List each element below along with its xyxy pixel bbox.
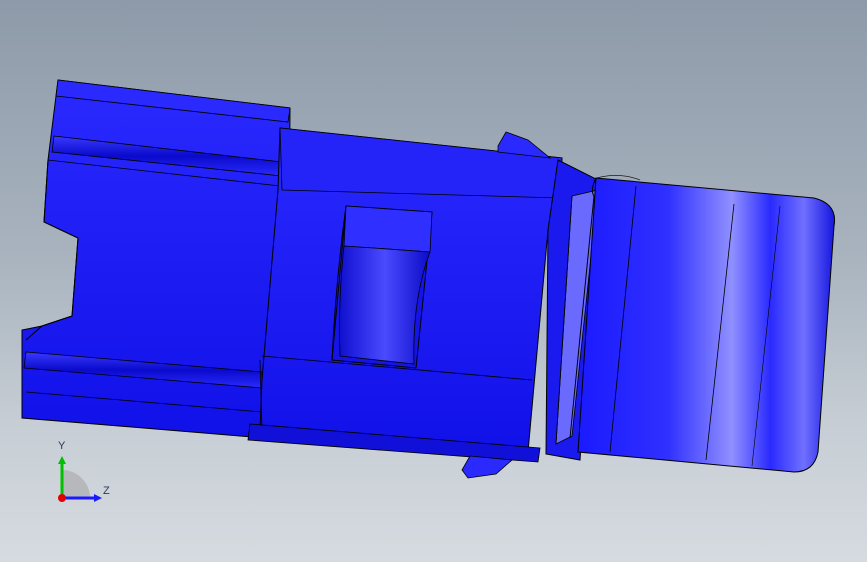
view-triad: Y Z (48, 440, 118, 510)
right-cap (569, 175, 836, 473)
triad-quadrant (62, 470, 90, 498)
triad-y-label: Y (58, 440, 66, 452)
x-axis-dot (58, 494, 66, 502)
graphics-viewport[interactable]: Y Z (0, 0, 867, 562)
triad-z-label: Z (103, 485, 110, 497)
middle-housing (247, 127, 563, 463)
left-housing (21, 79, 291, 441)
connector-model[interactable] (0, 0, 867, 562)
y-axis-arrowhead (58, 456, 66, 464)
z-axis-arrowhead (94, 494, 102, 502)
bottom-latch-tab (461, 455, 513, 479)
